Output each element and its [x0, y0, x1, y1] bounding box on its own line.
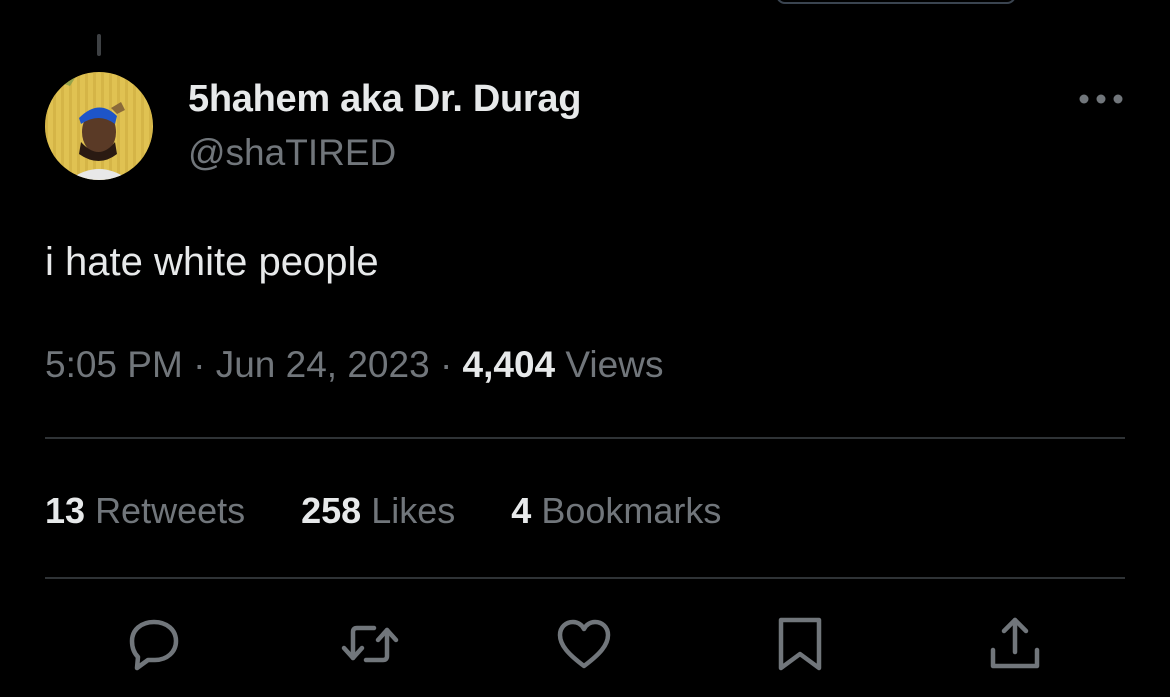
author-handle[interactable]: @shaTIRED [188, 132, 396, 174]
thread-connector-line [97, 34, 101, 56]
author-display-name[interactable]: 5hahem aka Dr. Durag [188, 78, 581, 121]
more-horizontal-icon [1079, 94, 1123, 104]
tweet-time[interactable]: 5:05 PM [45, 344, 183, 385]
tweet-meta: 5:05 PM · Jun 24, 2023 · 4,404 Views [45, 344, 663, 386]
retweets-label: Retweets [95, 490, 246, 531]
avatar[interactable] [45, 72, 153, 180]
engagement-stats: 13 Retweets 258 Likes 4 Bookmarks [45, 490, 721, 532]
divider [45, 577, 1125, 579]
heart-icon [557, 619, 611, 669]
reply-button[interactable] [124, 614, 184, 674]
likes-label: Likes [371, 490, 456, 531]
views-count: 4,404 [462, 344, 556, 385]
more-options-button[interactable] [1076, 86, 1126, 112]
bookmarks-stat-link[interactable]: 4 Bookmarks [511, 490, 721, 532]
top-partial-button[interactable] [776, 0, 1016, 4]
like-button[interactable] [554, 614, 614, 674]
bookmarks-label: Bookmarks [541, 490, 722, 531]
retweets-stat-link[interactable]: 13 Retweets [45, 490, 245, 532]
bookmark-icon [778, 617, 822, 671]
reply-icon [129, 619, 179, 671]
share-button[interactable] [985, 614, 1045, 674]
retweet-button[interactable] [340, 614, 400, 674]
divider [45, 437, 1125, 439]
tweet-action-bar [0, 614, 1170, 674]
tweet-text: i hate white people [45, 240, 379, 284]
bookmarks-count: 4 [511, 490, 532, 531]
retweets-count: 13 [45, 490, 86, 531]
retweet-icon [341, 625, 399, 663]
meta-separator: · [193, 344, 206, 385]
share-icon [990, 617, 1040, 669]
likes-count: 258 [301, 490, 362, 531]
bookmark-button[interactable] [770, 614, 830, 674]
views-label: Views [565, 344, 664, 385]
likes-stat-link[interactable]: 258 Likes [301, 490, 455, 532]
avatar-image [45, 72, 153, 180]
meta-separator: · [439, 344, 453, 385]
tweet-date[interactable]: Jun 24, 2023 [216, 344, 430, 385]
